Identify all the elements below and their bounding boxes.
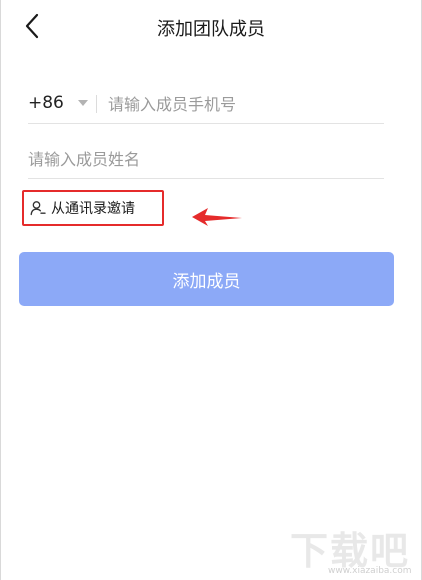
add-member-button[interactable]: 添加成员 [19,252,394,306]
watermark-url: www.xiazaiba.com [328,566,412,576]
country-code-select[interactable]: +86 [28,93,64,113]
caret-down-icon[interactable] [78,100,88,106]
invite-from-contacts-button[interactable]: 从通讯录邀请 [30,197,135,219]
name-row [28,140,384,179]
person-add-icon [30,201,46,216]
frame-left-border [0,0,1,580]
page-title: 添加团队成员 [157,19,265,40]
arrow-annotation-icon [192,208,242,226]
header: 添加团队成员 [0,0,422,52]
phone-row: +86 [28,85,384,124]
divider [96,95,97,113]
invite-label: 从通讯录邀请 [51,201,135,217]
name-input[interactable] [28,147,378,171]
phone-input[interactable] [108,92,378,116]
